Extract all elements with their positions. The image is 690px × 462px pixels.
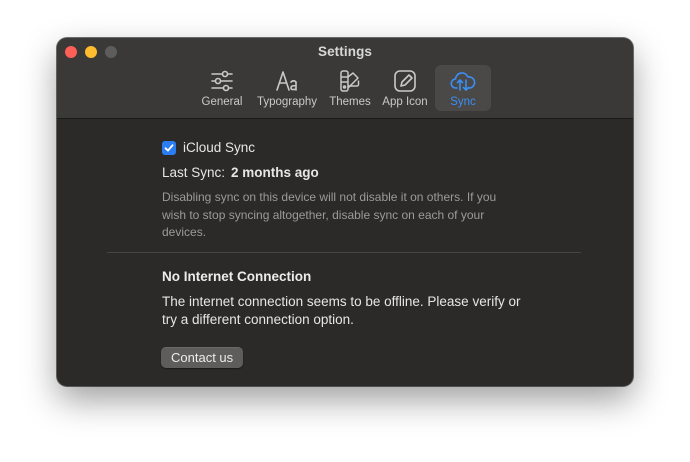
settings-toolbar: General Typography Themes App Icon Sync bbox=[195, 65, 491, 113]
tab-sync[interactable]: Sync bbox=[435, 65, 491, 111]
title-bar: Settings General Typography Themes App I… bbox=[57, 38, 633, 119]
tab-general[interactable]: General bbox=[195, 65, 249, 111]
icloud-sync-label[interactable]: iCloud Sync bbox=[183, 140, 255, 155]
tab-label: General bbox=[201, 96, 243, 108]
tab-label: App Icon bbox=[382, 96, 428, 108]
tab-label: Sync bbox=[450, 96, 476, 108]
sliders-icon bbox=[209, 69, 235, 93]
swatches-icon bbox=[337, 69, 363, 93]
contact-us-button[interactable]: Contact us bbox=[161, 347, 244, 368]
cloud-sync-icon bbox=[450, 69, 476, 93]
tab-themes[interactable]: Themes bbox=[325, 65, 375, 111]
tab-typography[interactable]: Typography bbox=[251, 65, 323, 111]
last-sync-label: Last Sync: bbox=[162, 165, 226, 180]
tab-label: Themes bbox=[329, 96, 371, 108]
tab-app-icon[interactable]: App Icon bbox=[377, 65, 433, 111]
tab-label: Typography bbox=[256, 96, 318, 108]
checkmark-icon bbox=[164, 143, 174, 151]
settings-window: Settings General Typography Themes App I… bbox=[57, 38, 633, 386]
icloud-sync-checkbox[interactable] bbox=[162, 140, 176, 155]
last-sync-value: 2 months ago bbox=[231, 165, 319, 180]
connection-message: The internet connection seems to be offl… bbox=[162, 294, 521, 327]
typography-icon bbox=[274, 69, 300, 93]
sync-description: Disabling sync on this device will not d… bbox=[162, 190, 497, 239]
connection-heading: No Internet Connection bbox=[162, 269, 312, 284]
last-sync-row: Last Sync: 2 months ago bbox=[162, 165, 319, 180]
app-icon-icon bbox=[392, 69, 418, 93]
window-title: Settings bbox=[317, 44, 373, 59]
sync-settings-panel: iCloud Sync Last Sync: 2 months ago Disab… bbox=[57, 120, 633, 386]
icloud-sync-toggle[interactable]: iCloud Sync bbox=[162, 140, 255, 155]
section-divider bbox=[107, 252, 581, 253]
